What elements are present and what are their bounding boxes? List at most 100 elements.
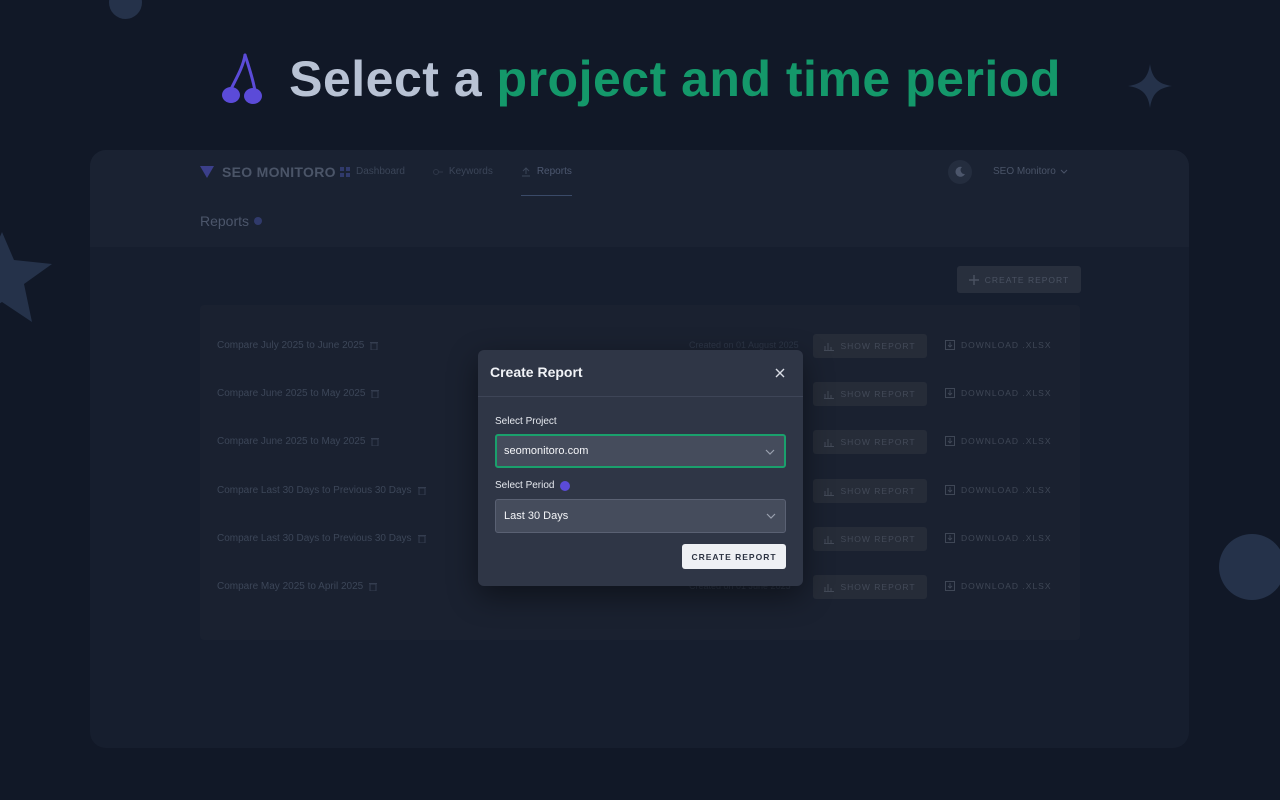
- download-icon: [945, 388, 955, 398]
- nav-dashboard-label: Dashboard: [356, 166, 405, 177]
- account-name: SEO Monitoro: [993, 166, 1056, 177]
- download-label: DOWNLOAD .XLSX: [961, 533, 1052, 543]
- report-title-text: Compare July 2025 to June 2025: [217, 340, 365, 351]
- key-icon: [432, 169, 443, 175]
- project-label: Select Project: [495, 416, 557, 427]
- download-xlsx-link[interactable]: DOWNLOAD .XLSX: [945, 436, 1052, 446]
- download-xlsx-link[interactable]: DOWNLOAD .XLSX: [945, 485, 1052, 495]
- close-button[interactable]: [772, 365, 788, 381]
- star-icon: [0, 232, 52, 322]
- cherry-icon: [222, 53, 263, 104]
- bar-chart-icon: [824, 583, 835, 592]
- app-header: SEO MONITORO Dashboard Keywords Reports …: [90, 150, 1189, 247]
- upload-icon: [521, 167, 530, 177]
- report-title-text: Compare Last 30 Days to Previous 30 Days: [217, 533, 412, 544]
- download-icon: [945, 485, 955, 495]
- bar-chart-icon: [824, 438, 835, 447]
- period-select[interactable]: Last 30 Days: [495, 499, 786, 533]
- decorative-circle: [109, 0, 142, 19]
- show-report-button[interactable]: SHOW REPORT: [813, 479, 927, 503]
- page-title: Reports: [200, 213, 263, 229]
- chevron-down-icon: [766, 513, 776, 519]
- nav-keywords[interactable]: Keywords: [432, 162, 493, 196]
- report-title: Compare June 2025 to May 2025: [217, 388, 380, 399]
- theme-toggle[interactable]: [948, 160, 972, 184]
- create-report-submit-button[interactable]: CREATE REPORT: [682, 544, 786, 569]
- report-title: Compare June 2025 to May 2025: [217, 436, 380, 447]
- brand[interactable]: SEO MONITORO: [200, 162, 336, 182]
- project-select[interactable]: seomonitoro.com: [495, 434, 786, 468]
- help-icon[interactable]: [560, 480, 571, 491]
- download-xlsx-link[interactable]: DOWNLOAD .XLSX: [945, 533, 1052, 543]
- download-xlsx-link[interactable]: DOWNLOAD .XLSX: [945, 388, 1052, 398]
- download-icon: [945, 581, 955, 591]
- download-label: DOWNLOAD .XLSX: [961, 388, 1052, 398]
- submit-label: CREATE REPORT: [691, 551, 777, 562]
- chevron-down-icon: [1060, 169, 1068, 174]
- download-icon: [945, 436, 955, 446]
- report-title: Compare July 2025 to June 2025: [217, 340, 379, 351]
- create-report-modal: Create Report Select Project seomonitoro…: [478, 350, 803, 586]
- download-label: DOWNLOAD .XLSX: [961, 436, 1052, 446]
- brand-name: SEO MONITORO: [222, 164, 336, 180]
- plus-icon: [968, 274, 979, 285]
- project-label-text: Select Project: [495, 416, 557, 427]
- download-xlsx-link[interactable]: DOWNLOAD .XLSX: [945, 581, 1052, 591]
- show-report-label: SHOW REPORT: [840, 341, 916, 351]
- show-report-button[interactable]: SHOW REPORT: [813, 575, 927, 599]
- show-report-label: SHOW REPORT: [840, 486, 916, 496]
- period-label-text: Select Period: [495, 480, 555, 491]
- report-created-date: Created on 01 August 2025: [689, 340, 799, 350]
- headline-prefix: Select a: [289, 51, 483, 107]
- report-title: Compare May 2025 to April 2025: [217, 581, 378, 592]
- period-select-value: Last 30 Days: [504, 510, 569, 522]
- chevron-down-icon: [765, 449, 775, 455]
- nav-reports[interactable]: Reports: [520, 162, 572, 196]
- show-report-label: SHOW REPORT: [840, 437, 916, 447]
- download-label: DOWNLOAD .XLSX: [961, 581, 1052, 591]
- download-label: DOWNLOAD .XLSX: [961, 340, 1052, 350]
- show-report-label: SHOW REPORT: [840, 534, 916, 544]
- trash-icon[interactable]: [417, 486, 426, 495]
- close-icon: [775, 368, 785, 378]
- report-title-text: Compare June 2025 to May 2025: [217, 436, 366, 447]
- modal-header: Create Report: [478, 350, 803, 397]
- download-icon: [945, 340, 955, 350]
- page-title-text: Reports: [200, 213, 250, 229]
- report-title-text: Compare Last 30 Days to Previous 30 Days: [217, 485, 412, 496]
- create-report-button[interactable]: CREATE REPORT: [957, 266, 1081, 293]
- bar-chart-icon: [824, 390, 835, 399]
- bar-chart-icon: [824, 535, 835, 544]
- report-title-text: Compare May 2025 to April 2025: [217, 581, 364, 592]
- trash-icon[interactable]: [417, 534, 426, 543]
- period-label: Select Period: [495, 480, 571, 491]
- trash-icon[interactable]: [371, 389, 380, 398]
- modal-title: Create Report: [490, 364, 583, 380]
- bar-chart-icon: [824, 487, 835, 496]
- trash-icon[interactable]: [371, 437, 380, 446]
- nav-dashboard[interactable]: Dashboard: [340, 162, 405, 196]
- show-report-button[interactable]: SHOW REPORT: [813, 430, 927, 454]
- trash-icon[interactable]: [369, 582, 378, 591]
- info-icon[interactable]: [254, 217, 263, 225]
- show-report-button[interactable]: SHOW REPORT: [813, 527, 927, 551]
- show-report-label: SHOW REPORT: [840, 389, 916, 399]
- decorative-circle: [1219, 534, 1280, 600]
- account-menu[interactable]: SEO Monitoro: [993, 166, 1068, 177]
- nav-keywords-label: Keywords: [448, 166, 493, 177]
- download-icon: [945, 533, 955, 543]
- trash-icon[interactable]: [370, 341, 379, 350]
- nav-reports-label: Reports: [536, 166, 572, 177]
- logo-icon: [200, 166, 214, 178]
- show-report-label: SHOW REPORT: [840, 582, 916, 592]
- create-report-label: CREATE REPORT: [984, 274, 1070, 285]
- download-label: DOWNLOAD .XLSX: [961, 485, 1052, 495]
- bar-chart-icon: [824, 342, 835, 351]
- show-report-button[interactable]: SHOW REPORT: [813, 382, 927, 406]
- main-nav: Dashboard Keywords Reports: [340, 162, 572, 196]
- show-report-button[interactable]: SHOW REPORT: [813, 334, 927, 358]
- download-xlsx-link[interactable]: DOWNLOAD .XLSX: [945, 340, 1052, 350]
- report-title: Compare Last 30 Days to Previous 30 Days: [217, 485, 426, 496]
- report-title: Compare Last 30 Days to Previous 30 Days: [217, 533, 426, 544]
- project-select-value: seomonitoro.com: [504, 445, 589, 457]
